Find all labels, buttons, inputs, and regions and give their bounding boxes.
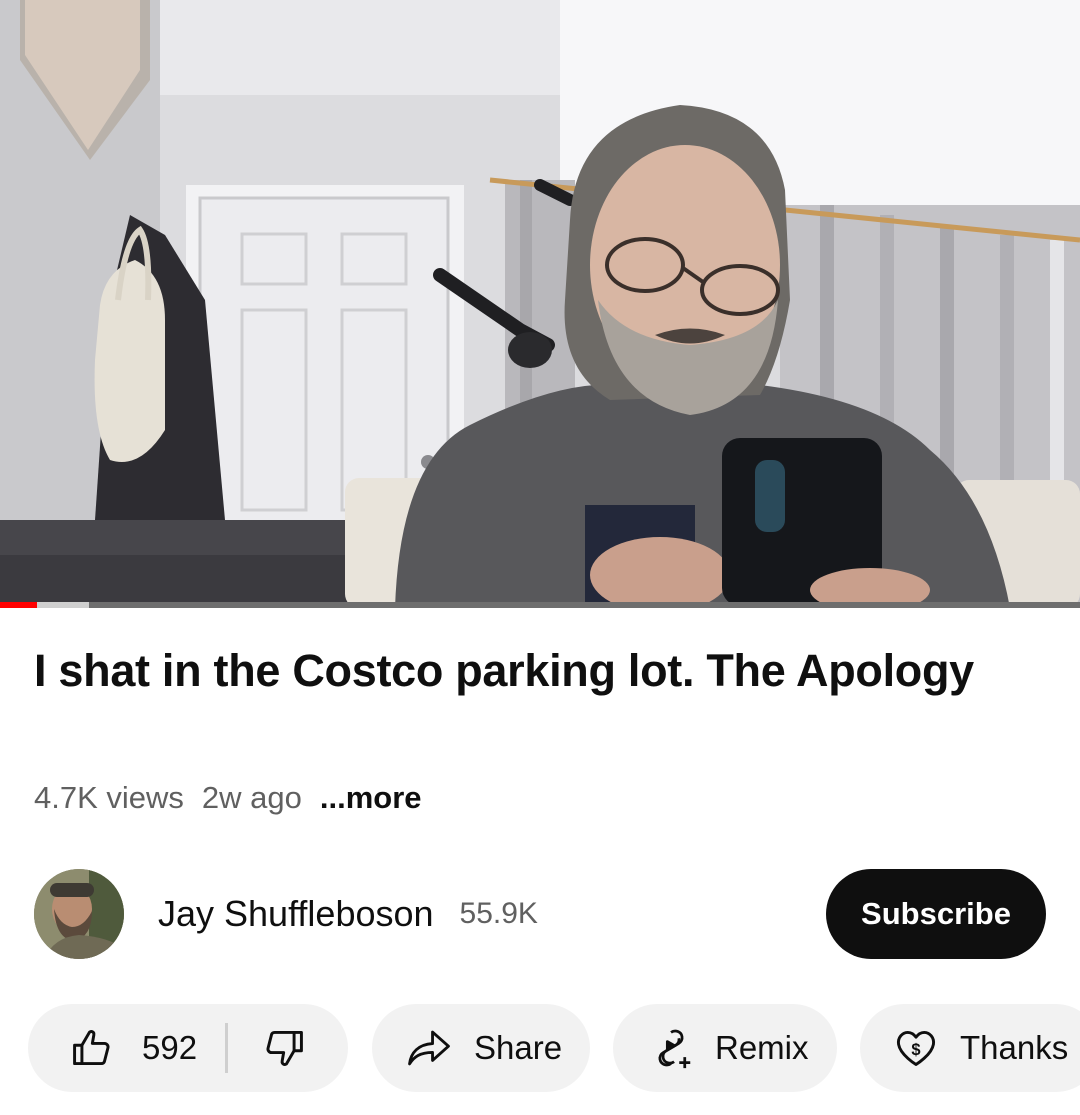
- like-button[interactable]: 592: [28, 1004, 197, 1092]
- like-dislike-group: 592: [28, 1004, 348, 1092]
- thumbs-down-icon: [262, 1026, 306, 1070]
- thanks-button[interactable]: $ Thanks: [860, 1004, 1080, 1092]
- dislike-button[interactable]: [228, 1004, 306, 1092]
- video-meta[interactable]: 4.7K views 2w ago ...more: [34, 780, 422, 816]
- video-progress-bar[interactable]: [0, 602, 1080, 608]
- remix-icon: [649, 1026, 693, 1070]
- action-bar: 592 Share Remix $ Thanks: [28, 1004, 1080, 1092]
- more-link[interactable]: ...more: [320, 780, 422, 816]
- video-frame: [0, 0, 1080, 608]
- remix-label: Remix: [715, 1029, 809, 1066]
- share-label: Share: [474, 1029, 563, 1066]
- svg-text:$: $: [911, 1041, 920, 1059]
- video-player[interactable]: [0, 0, 1080, 608]
- video-title[interactable]: I shat in the Costco parking lot. The Ap…: [34, 642, 1034, 699]
- avatar[interactable]: [34, 869, 124, 959]
- subscriber-count: 55.9K: [459, 897, 538, 930]
- share-arrow-icon: [406, 1028, 452, 1068]
- remix-button[interactable]: Remix: [613, 1004, 837, 1092]
- progress-played: [0, 602, 37, 608]
- share-button[interactable]: Share: [372, 1004, 590, 1092]
- view-count: 4.7K views: [34, 780, 184, 815]
- thumbs-up-icon: [70, 1026, 114, 1070]
- thanks-label: Thanks: [960, 1029, 1069, 1066]
- subscribe-button[interactable]: Subscribe: [826, 869, 1046, 959]
- like-count: 592: [142, 1029, 198, 1066]
- channel-name[interactable]: Jay Shuffleboson: [158, 893, 434, 935]
- avatar-image: [34, 869, 124, 959]
- thanks-heart-icon: $: [894, 1026, 938, 1070]
- upload-age: 2w ago: [201, 780, 302, 815]
- channel-row: Jay Shuffleboson 55.9K Subscribe: [34, 868, 1046, 960]
